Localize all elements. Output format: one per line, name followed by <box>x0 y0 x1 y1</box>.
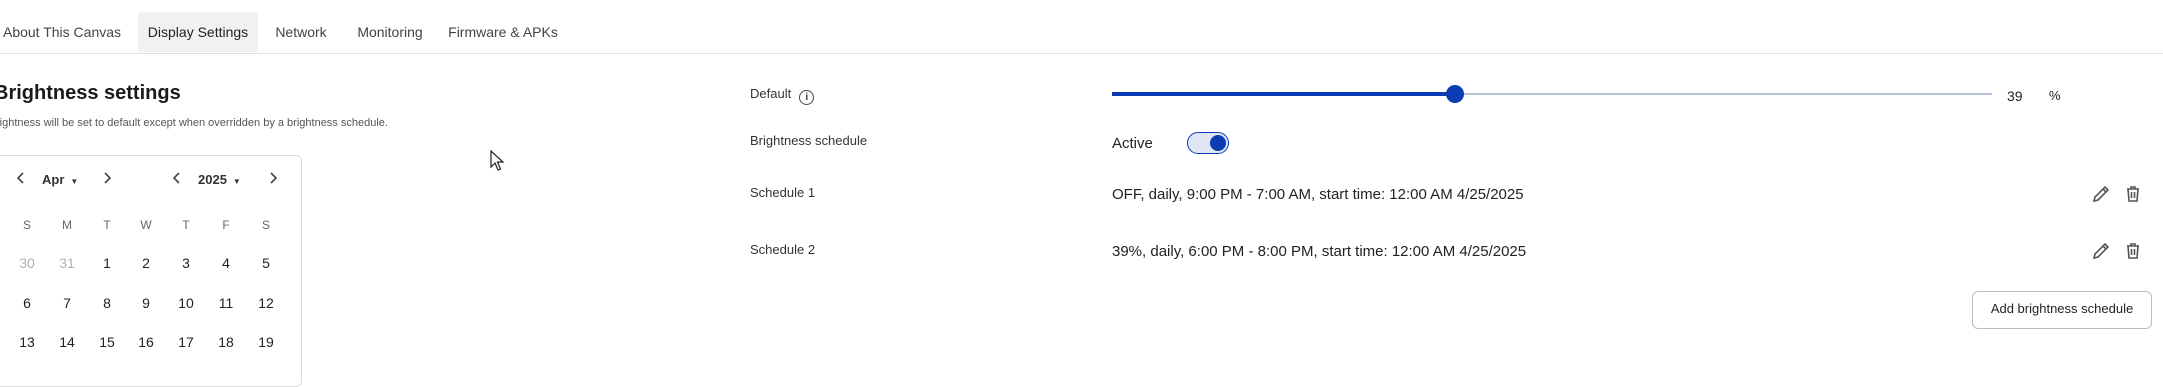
calendar-day[interactable]: 9 <box>131 295 161 311</box>
prev-year-button[interactable] <box>172 172 182 187</box>
next-month-button[interactable] <box>102 172 112 187</box>
trash-icon <box>2127 186 2139 202</box>
calendar-day[interactable]: 2 <box>131 255 161 271</box>
brightness-value: 39 <box>2007 88 2023 104</box>
tab-bar: About This Canvas Display Settings Netwo… <box>0 0 2163 54</box>
calendar-day[interactable]: 31 <box>52 255 82 271</box>
edit-schedule-1-button[interactable] <box>2090 183 2112 205</box>
toggle-knob <box>1210 135 1226 151</box>
calendar-day[interactable]: 7 <box>52 295 82 311</box>
mouse-cursor-icon <box>490 149 506 177</box>
next-year-button[interactable] <box>268 172 278 187</box>
schedule-1-description: OFF, daily, 9:00 PM - 7:00 AM, start tim… <box>1112 186 1524 203</box>
calendar-day[interactable]: 17 <box>171 334 201 350</box>
calendar-day[interactable]: 13 <box>12 334 42 350</box>
schedule-2-label: Schedule 2 <box>750 242 816 257</box>
caret-down-icon: ▼ <box>70 177 79 186</box>
chevron-right-icon <box>104 172 112 184</box>
weekday-header: T <box>182 218 190 232</box>
calendar-day[interactable]: 18 <box>211 334 241 350</box>
year-value: 2025 <box>198 172 227 187</box>
delete-schedule-1-button[interactable] <box>2122 183 2144 205</box>
tab-monitoring[interactable]: Monitoring <box>346 12 434 52</box>
year-select[interactable]: 2025 ▼ <box>198 172 241 187</box>
calendar-day[interactable]: 12 <box>251 295 281 311</box>
prev-month-button[interactable] <box>16 172 26 187</box>
calendar-day[interactable]: 14 <box>52 334 82 350</box>
pencil-icon <box>2092 242 2110 260</box>
brightness-unit: % <box>2049 88 2061 103</box>
weekday-header: M <box>62 218 72 232</box>
section-subtitle: rightness will be set to default except … <box>0 117 388 129</box>
schedule-2-description: 39%, daily, 6:00 PM - 8:00 PM, start tim… <box>1112 243 1527 260</box>
trash-icon <box>2127 243 2139 259</box>
schedule-1-label: Schedule 1 <box>750 185 816 200</box>
chevron-left-icon <box>172 172 180 184</box>
month-value: Apr <box>42 172 65 187</box>
calendar-day[interactable]: 10 <box>171 295 201 311</box>
calendar-day[interactable]: 16 <box>131 334 161 350</box>
calendar-day[interactable]: 5 <box>251 255 281 271</box>
section-title: Brightness settings <box>0 82 181 104</box>
slider-fill <box>1112 92 1456 96</box>
calendar <box>0 155 302 387</box>
caret-down-icon: ▼ <box>232 177 241 186</box>
default-brightness-label: Default i <box>750 86 815 105</box>
schedule-toggle[interactable] <box>1187 132 1229 154</box>
weekday-header: T <box>103 218 111 232</box>
tab-network[interactable]: Network <box>266 12 336 52</box>
weekday-header: F <box>222 218 230 232</box>
brightness-slider[interactable] <box>1112 85 1992 103</box>
calendar-day[interactable]: 15 <box>92 334 122 350</box>
calendar-day[interactable]: 11 <box>211 295 241 311</box>
weekday-header: S <box>22 218 31 232</box>
brightness-schedule-label: Brightness schedule <box>750 133 868 148</box>
info-icon[interactable]: i <box>799 90 815 105</box>
schedule-status: Active <box>1112 135 1153 152</box>
chevron-right-icon <box>270 172 278 184</box>
weekday-header: W <box>140 218 152 232</box>
delete-schedule-2-button[interactable] <box>2122 240 2144 262</box>
month-select[interactable]: Apr ▼ <box>42 172 78 187</box>
edit-schedule-2-button[interactable] <box>2090 240 2112 262</box>
slider-thumb[interactable] <box>1446 85 1465 103</box>
calendar-day[interactable]: 3 <box>171 255 201 271</box>
calendar-day[interactable]: 6 <box>12 295 42 311</box>
tab-display-settings[interactable]: Display Settings <box>138 12 258 52</box>
tab-about-this-canvas[interactable]: About This Canvas <box>0 12 124 52</box>
calendar-day[interactable]: 19 <box>251 334 281 350</box>
add-brightness-schedule-button[interactable]: Add brightness schedule <box>1972 291 2152 329</box>
calendar-day[interactable]: 8 <box>92 295 122 311</box>
calendar-day[interactable]: 1 <box>92 255 122 271</box>
weekday-header: S <box>261 218 270 232</box>
calendar-day[interactable]: 4 <box>211 255 241 271</box>
tab-firmware-apks[interactable]: Firmware & APKs <box>444 12 562 52</box>
default-label-text: Default <box>750 86 792 101</box>
pencil-icon <box>2092 185 2110 203</box>
chevron-left-icon <box>16 172 24 184</box>
calendar-day[interactable]: 30 <box>12 255 42 271</box>
